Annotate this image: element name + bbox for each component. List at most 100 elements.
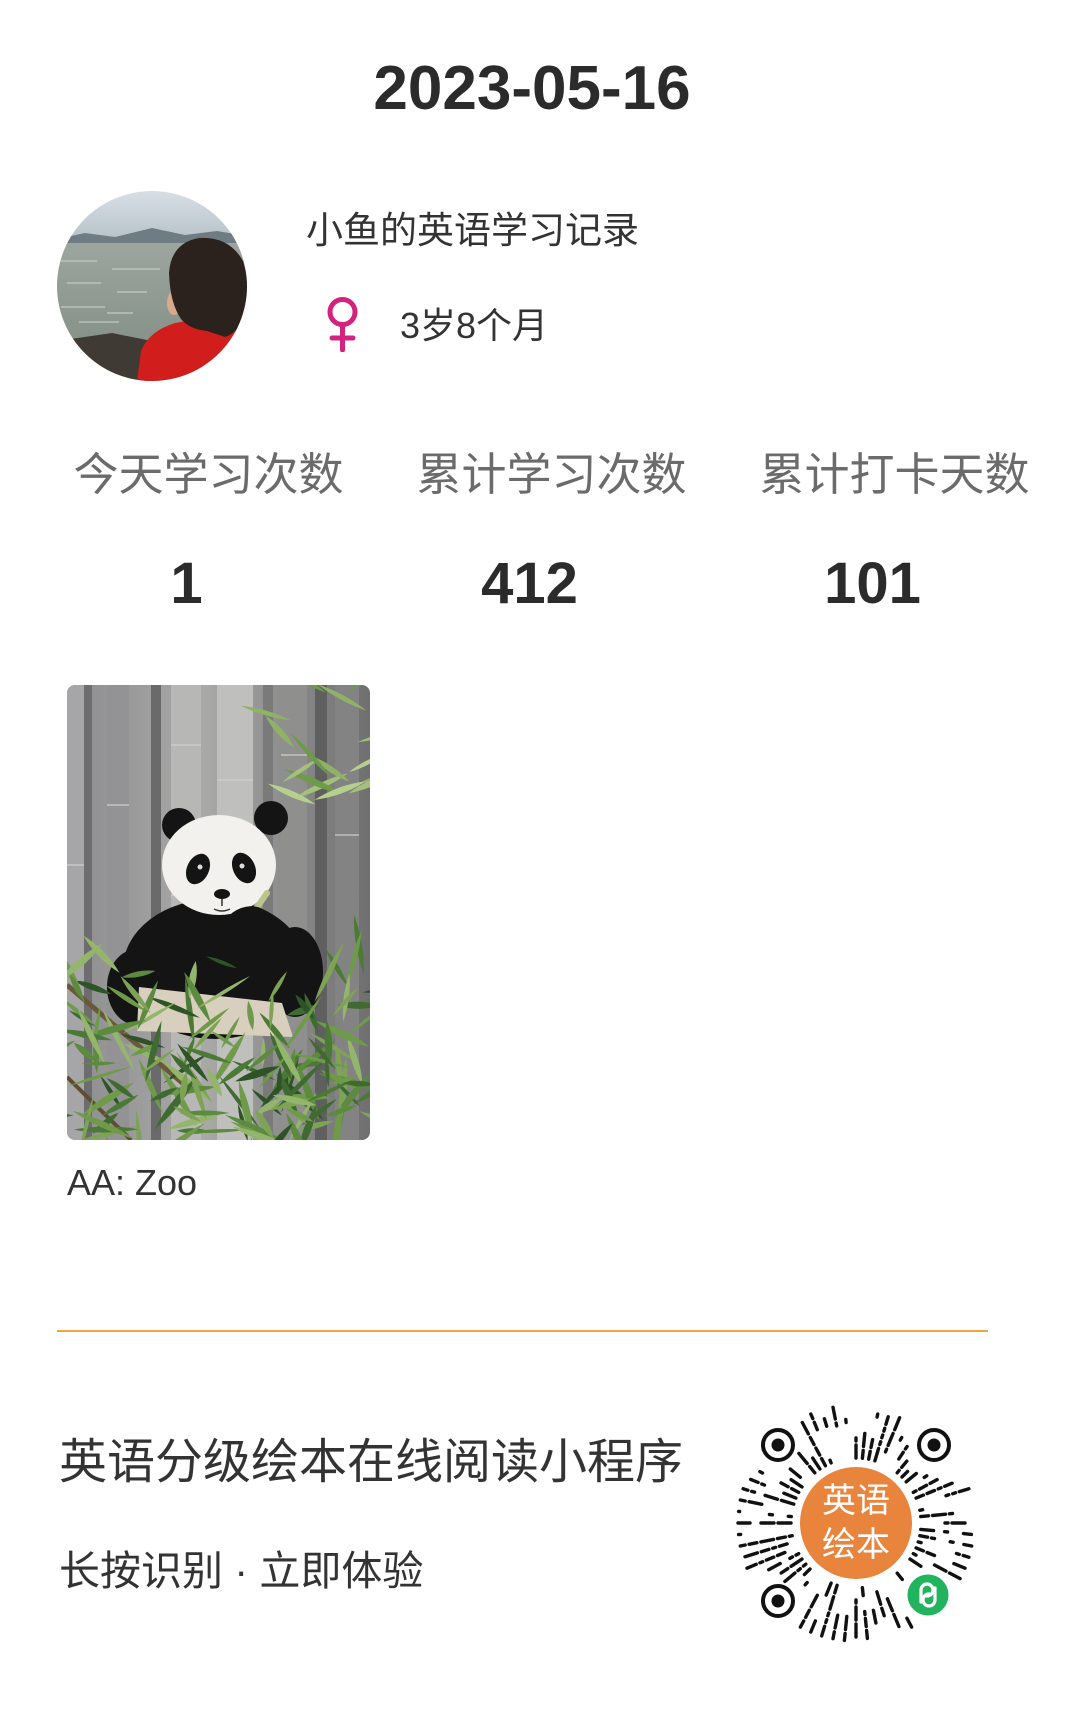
qr-module [892, 1612, 901, 1629]
female-icon [321, 296, 364, 352]
qr-module [758, 1559, 765, 1565]
qr-module [738, 1543, 747, 1548]
stat-label: 今天学习次数 [73, 449, 344, 500]
stat-total-count: 累计学习次数 412 [380, 447, 723, 619]
qr-module [957, 1486, 971, 1494]
book-cover[interactable] [67, 685, 370, 1140]
qr-module [892, 1416, 902, 1432]
qr-module [914, 1546, 926, 1553]
qr-module [809, 1593, 820, 1609]
qr-module [759, 1547, 771, 1554]
qr-module [803, 1580, 809, 1587]
avatar-photo [57, 191, 247, 381]
qr-module [788, 1555, 795, 1561]
profile-age: 3岁8个月 [400, 305, 549, 346]
qr-finder-top-left [761, 1428, 795, 1462]
qr-finder-bottom-left [761, 1584, 795, 1618]
qr-module [932, 1563, 948, 1573]
qr-module [860, 1448, 865, 1460]
qr-module [928, 1477, 939, 1486]
bamboo-stalk [84, 685, 92, 1140]
qr-finder-dot [927, 1438, 941, 1452]
qr-module [782, 1491, 798, 1500]
qr-module [824, 1581, 833, 1597]
qr-module [828, 1594, 836, 1611]
stat-value: 101 [824, 551, 921, 616]
female-icon-graphic [327, 297, 358, 352]
footer-subtitle: 长按识别 · 立即体验 [59, 1548, 424, 1594]
qr-module [796, 1566, 803, 1573]
panda-nose [214, 889, 230, 899]
qr-module [801, 1562, 808, 1568]
qr-module [788, 1467, 803, 1480]
mini-program-code[interactable]: 英语 绘本 [734, 1401, 978, 1645]
qr-module [822, 1417, 829, 1428]
qr-module [831, 1630, 837, 1641]
qr-module [911, 1551, 918, 1557]
qr-module [905, 1616, 914, 1629]
qr-module [819, 1624, 827, 1638]
qr-finder-dot [771, 1438, 785, 1452]
qr-module [908, 1557, 923, 1569]
mini-program-link-icon [904, 1571, 952, 1619]
qr-module [759, 1537, 776, 1544]
qr-module [777, 1542, 789, 1548]
qr-module [745, 1562, 758, 1570]
stat-label: 累计打卡天数 [759, 449, 1030, 500]
qr-module [898, 1435, 904, 1442]
qr-module [747, 1499, 764, 1507]
qr-module [911, 1489, 918, 1495]
qr-module [808, 1435, 816, 1447]
qr-module [828, 1458, 833, 1465]
qr-module [800, 1420, 811, 1436]
qr-module [886, 1431, 895, 1448]
qr-module [885, 1597, 895, 1613]
qr-module [883, 1447, 889, 1454]
qr-module [798, 1619, 806, 1629]
qr-module [961, 1531, 974, 1537]
qr-module [842, 1631, 847, 1643]
qr-module [760, 1482, 767, 1487]
stat-value: 1 [170, 551, 203, 616]
qr-module [936, 1486, 943, 1491]
qr-module [789, 1557, 804, 1569]
qr-module [775, 1535, 788, 1541]
stat-today-count: 今天学习次数 1 [37, 447, 380, 619]
qr-finder-top-right [917, 1428, 951, 1462]
qr-module [925, 1550, 937, 1558]
book-card[interactable]: AA: Zoo [67, 685, 370, 1205]
qr-module [797, 1451, 809, 1466]
qr-module [929, 1536, 937, 1541]
qr-center-label-line2: 绘本 [822, 1526, 890, 1564]
qr-module [741, 1486, 750, 1492]
qr-module [861, 1431, 867, 1449]
qr-module [764, 1555, 776, 1562]
footer-title: 英语分级绘本在线阅读小程序 [59, 1436, 684, 1489]
qr-center-label-line1: 英语 [822, 1482, 890, 1520]
qr-module [771, 1545, 778, 1551]
qr-module [789, 1477, 804, 1489]
profile-name: 小鱼的英语学习记录 [306, 210, 639, 251]
qr-module [916, 1540, 923, 1545]
avatar [57, 191, 247, 381]
stats-row: 今天学习次数 1 累计学习次数 412 累计打卡天数 101 [37, 447, 1066, 619]
qr-module [814, 1446, 822, 1457]
qr-module [763, 1493, 780, 1501]
qr-module [871, 1608, 878, 1625]
book-title[interactable]: AA: Zoo [67, 1161, 370, 1205]
qr-module [942, 1481, 954, 1489]
avatar-ledge [57, 333, 152, 381]
qr-module [880, 1606, 886, 1618]
book-cover-photo [67, 685, 370, 1140]
qr-module [900, 1469, 910, 1479]
qr-module [783, 1571, 797, 1584]
qr-module [875, 1412, 880, 1419]
qr-module [831, 1405, 838, 1421]
share-card: 2023-05-16 小鱼的英语学习记录 3岁8个月 今天学习次数 1 累计学习… [0, 0, 1080, 1717]
panda-right-eye [239, 863, 245, 869]
qr-module [884, 1415, 890, 1427]
qr-module [961, 1553, 971, 1560]
qr-module [743, 1551, 760, 1559]
qr-module [925, 1488, 937, 1496]
qr-module [833, 1583, 839, 1595]
